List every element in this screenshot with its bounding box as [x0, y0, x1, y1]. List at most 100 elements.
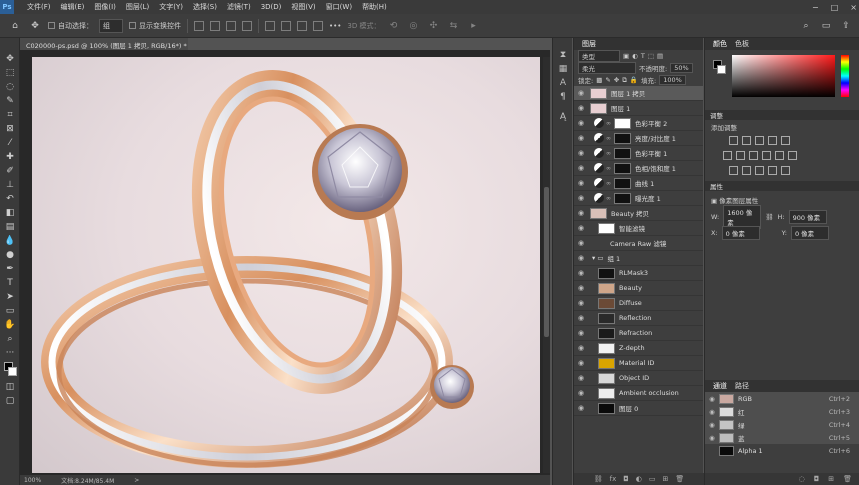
minimize-button[interactable]: − [812, 3, 819, 12]
brush-tool-icon[interactable]: ✐ [0, 164, 20, 178]
align-center-icon[interactable] [210, 20, 220, 31]
visibility-eye-icon[interactable]: ◉ [574, 254, 588, 262]
hue-slider[interactable] [841, 55, 849, 97]
visibility-eye-icon[interactable]: ◉ [574, 359, 588, 367]
filter-shape-icon[interactable]: ⬚ [648, 52, 654, 60]
layer-row[interactable]: ◉ Ambient occlusion [574, 386, 703, 401]
layer-row[interactable]: ◉ 智能滤镜 [574, 221, 703, 236]
type-tool-icon[interactable]: T [0, 276, 20, 290]
load-selection-icon[interactable]: ◌ [799, 475, 805, 483]
frame-tool-icon[interactable]: ⊠ [0, 122, 20, 136]
brightness-icon[interactable] [729, 136, 738, 145]
layer-row[interactable]: ◉ 图层 1 拷贝 [574, 86, 703, 101]
visibility-eye-icon[interactable]: ◉ [574, 374, 588, 382]
slide-3d-icon[interactable]: ⇆ [446, 19, 460, 33]
color-balance-icon[interactable] [736, 151, 745, 160]
new-adjustment-icon[interactable]: ◐ [636, 475, 642, 483]
channel-mixer-icon[interactable] [775, 151, 784, 160]
link-icon[interactable]: ∞ [606, 135, 612, 142]
shape-tool-icon[interactable]: ▭ [0, 304, 20, 318]
show-transform-checkbox[interactable]: 显示变换控件 [129, 21, 181, 31]
align-top-icon[interactable] [265, 20, 275, 31]
search-icon[interactable]: ⌕ [799, 19, 813, 33]
workspace-icon[interactable]: ▭ [819, 19, 833, 33]
delete-channel-icon[interactable]: 🗑 [843, 475, 852, 483]
more-tools-icon[interactable]: ··· [0, 346, 20, 360]
blend-mode-select[interactable]: 柔光 [578, 62, 636, 74]
new-group-icon[interactable]: ▭ [649, 475, 656, 483]
maximize-button[interactable]: □ [831, 3, 839, 12]
visibility-eye-icon[interactable]: ◉ [574, 89, 588, 97]
lock-artboard-icon[interactable]: ⧉ [622, 76, 627, 85]
color-swatches[interactable] [0, 360, 20, 380]
posterize-icon[interactable] [742, 166, 751, 175]
color-lookup-icon[interactable] [788, 151, 797, 160]
menu-item[interactable]: 图层(L) [121, 2, 154, 12]
glyphs-panel-icon[interactable]: Ą [553, 110, 573, 124]
crop-tool-icon[interactable]: ⌗ [0, 108, 20, 122]
levels-icon[interactable] [742, 136, 751, 145]
align-left-icon[interactable] [194, 20, 204, 31]
curves-icon[interactable] [755, 136, 764, 145]
visibility-eye-icon[interactable]: ◉ [574, 164, 588, 172]
clone-stamp-icon[interactable]: ⊥ [0, 178, 20, 192]
visibility-eye-icon[interactable]: ◉ [574, 224, 588, 232]
delete-layer-icon[interactable]: 🗑 [675, 475, 684, 483]
invert-icon[interactable] [729, 166, 738, 175]
link-icon[interactable]: ∞ [606, 165, 612, 172]
fill-input[interactable]: 100% [659, 75, 686, 85]
filter-type-icon[interactable]: T [641, 52, 645, 60]
close-button[interactable]: × [850, 3, 857, 12]
new-layer-icon[interactable]: ⊞ [663, 475, 669, 483]
eraser-tool-icon[interactable]: ◧ [0, 206, 20, 220]
distribute-icon[interactable] [242, 20, 252, 31]
menu-item[interactable]: 帮助(H) [357, 2, 392, 12]
layer-row[interactable]: ◉ 图层 1 [574, 101, 703, 116]
scrollbar-thumb[interactable] [544, 187, 549, 337]
dodge-tool-icon[interactable]: ● [0, 248, 20, 262]
kind-filter-select[interactable]: 类型 [578, 50, 620, 62]
filter-adjust-icon[interactable]: ◐ [632, 52, 638, 60]
auto-select-dropdown[interactable]: 组 [99, 18, 123, 33]
layer-row[interactable]: ◉ ∞ 曝光度 1 [574, 191, 703, 206]
black-white-icon[interactable] [749, 151, 758, 160]
zoom-tool-icon[interactable]: ⌕ [0, 332, 20, 346]
layer-row[interactable]: ◉ 图层 0 [574, 401, 703, 416]
channel-row[interactable]: Alpha 1 Ctrl+6 [705, 444, 859, 457]
opacity-input[interactable]: 50% [670, 63, 693, 73]
move-tool-icon[interactable]: ✥ [28, 19, 42, 33]
gradient-map-icon[interactable] [768, 166, 777, 175]
paragraph-panel-icon[interactable]: ¶ [553, 90, 573, 104]
menu-item[interactable]: 3D(D) [256, 3, 287, 11]
filter-smart-icon[interactable]: ▤ [657, 52, 663, 60]
document-tab[interactable]: C020000-ps.psd @ 100% (图层 1 拷贝, RGB/16*)… [20, 38, 188, 50]
add-mask-icon[interactable]: ◘ [623, 475, 629, 483]
quick-select-tool-icon[interactable]: ✎ [0, 94, 20, 108]
visibility-eye-icon[interactable]: ◉ [574, 104, 588, 112]
filter-pixel-icon[interactable]: ▣ [623, 52, 629, 60]
background-color-swatch[interactable] [717, 65, 726, 74]
layer-row[interactable]: ◉ RLMask3 [574, 266, 703, 281]
more-options-button[interactable]: ••• [329, 22, 341, 30]
video-camera-icon[interactable]: ▸ [466, 19, 480, 33]
roll-3d-icon[interactable]: ◎ [406, 19, 420, 33]
visibility-eye-icon[interactable]: ◉ [574, 134, 588, 142]
share-icon[interactable]: ⇪ [839, 19, 853, 33]
link-dimensions-icon[interactable]: ⛓ [765, 213, 773, 221]
link-icon[interactable]: ∞ [606, 180, 612, 187]
tab-layers[interactable]: 图层 [578, 39, 600, 49]
height-field[interactable]: 900 像素 [788, 210, 827, 224]
menu-item[interactable]: 文件(F) [22, 2, 56, 12]
layer-row[interactable]: ◉ Diffuse [574, 296, 703, 311]
photo-filter-icon[interactable] [762, 151, 771, 160]
visibility-eye-icon[interactable]: ◉ [705, 408, 719, 416]
layer-row[interactable]: ◉ Refraction [574, 326, 703, 341]
home-icon[interactable]: ⌂ [8, 19, 22, 33]
channel-row[interactable]: ◉ 蓝 Ctrl+5 [705, 431, 859, 444]
auto-select-checkbox[interactable]: 自动选择： [48, 21, 93, 31]
x-field[interactable]: 0 像素 [721, 226, 760, 240]
layer-row[interactable]: ◉ Camera Raw 滤镜 [574, 236, 703, 251]
layer-row[interactable]: ◉ Reflection [574, 311, 703, 326]
link-layers-icon[interactable]: ⛓ [594, 475, 603, 483]
character-panel-icon[interactable]: A [553, 76, 573, 90]
